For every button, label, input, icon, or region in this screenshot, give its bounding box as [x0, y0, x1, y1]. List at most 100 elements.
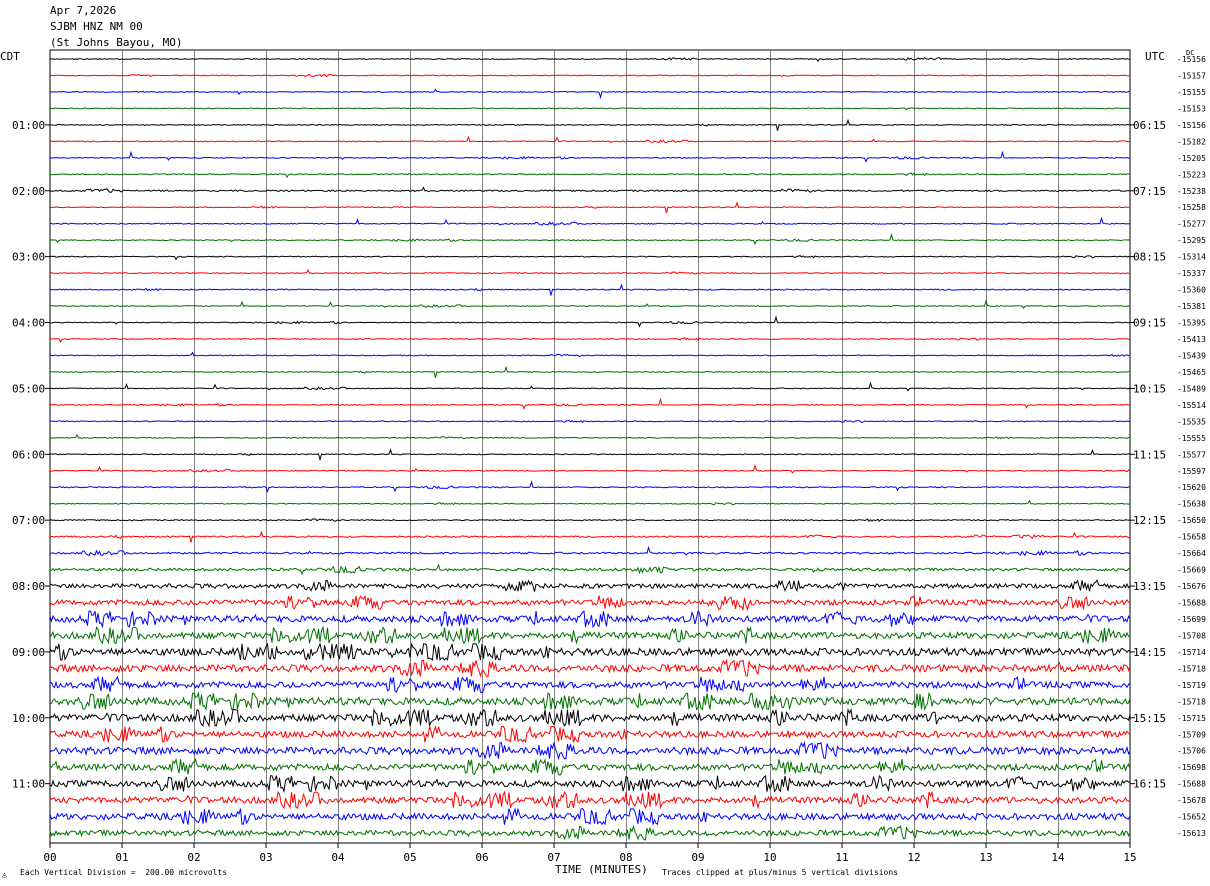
- seismic-trace: [49, 269, 1131, 275]
- right-hour-label: 16:15: [1133, 778, 1166, 791]
- left-hour-label: 09:00: [12, 646, 45, 659]
- dc-offset-label: -15638: [1177, 500, 1206, 509]
- seismic-trace: [49, 283, 1131, 296]
- dc-offset-label: -15688: [1177, 780, 1206, 789]
- x-tick-label: 09: [691, 851, 704, 864]
- dc-offset-label: -15709: [1177, 730, 1206, 739]
- dc-offset-label: -15658: [1177, 533, 1206, 542]
- left-hour-label: 03:00: [12, 251, 45, 264]
- dc-offset-label: -15555: [1177, 434, 1206, 443]
- dc-offset-label: -15238: [1177, 187, 1206, 196]
- right-hour-label: 14:15: [1133, 646, 1166, 659]
- seismic-trace: [49, 518, 1131, 522]
- seismic-trace: [49, 610, 1131, 629]
- x-tick-label: 01: [115, 851, 128, 864]
- seismic-trace: [49, 579, 1131, 593]
- seismic-trace: [49, 150, 1131, 163]
- x-tick-label: 10: [763, 851, 776, 864]
- seismic-trace: [49, 381, 1131, 392]
- seismic-trace: [49, 201, 1131, 214]
- seismic-trace: [49, 315, 1131, 328]
- x-tick-label: 13: [979, 851, 992, 864]
- seismic-trace: [49, 691, 1131, 712]
- seismic-trace: [49, 594, 1131, 612]
- seismic-trace: [49, 351, 1131, 358]
- dc-offset-label: -15314: [1177, 253, 1206, 262]
- trace-marker-icon: ◬: [2, 870, 7, 879]
- left-hour-label: 02:00: [12, 185, 45, 198]
- helicorder-plot: 00 01 02 03 04 05 06 07 08 09 10 11 12 13 14 15-15156-1…: [12, 49, 1206, 864]
- dc-offset-label: -15156: [1177, 55, 1206, 64]
- dc-offset-label: -15395: [1177, 319, 1206, 328]
- x-tick-label: 00: [43, 851, 56, 864]
- seismic-trace: [49, 642, 1131, 662]
- x-tick-label: 12: [907, 851, 920, 864]
- dc-offset-label: -15360: [1177, 286, 1206, 295]
- dc-offset-label: -15413: [1177, 335, 1206, 344]
- dc-offset-label: -15652: [1177, 813, 1206, 822]
- seismic-trace: [49, 463, 1131, 474]
- dc-offset-label: -15706: [1177, 747, 1206, 756]
- x-tick-label: 02: [187, 851, 200, 864]
- dc-offset-label: -15258: [1177, 203, 1206, 212]
- left-hour-label: 01:00: [12, 119, 45, 132]
- dc-offset-label: -15664: [1177, 549, 1206, 558]
- plot-frame: [49, 49, 1131, 844]
- right-hour-label: 12:15: [1133, 514, 1166, 527]
- left-hour-label: 04:00: [12, 317, 45, 330]
- seismic-trace: [49, 57, 1130, 63]
- left-hour-label: 07:00: [12, 514, 45, 527]
- seismic-trace: [49, 448, 1131, 461]
- left-hour-label: 05:00: [12, 382, 45, 395]
- dc-offset-label: -15688: [1177, 599, 1206, 608]
- seismic-trace: [49, 499, 1131, 506]
- dc-offset-label: -15153: [1177, 104, 1206, 113]
- dc-offset-label: -15535: [1177, 417, 1206, 426]
- seismic-trace: [49, 530, 1131, 543]
- dc-offset-label: -15182: [1177, 137, 1206, 146]
- dc-offset-label: -15489: [1177, 384, 1206, 393]
- dc-offset-label: -15676: [1177, 582, 1206, 591]
- seismic-trace: [49, 433, 1130, 440]
- dc-offset-label: -15719: [1177, 681, 1206, 690]
- seismic-trace: [49, 790, 1131, 810]
- seismic-trace: [49, 740, 1131, 761]
- seismic-trace: [49, 563, 1131, 576]
- dc-offset-label: -15669: [1177, 566, 1206, 575]
- dc-offset-label: -15650: [1177, 516, 1206, 525]
- seismic-trace: [49, 88, 1131, 100]
- dc-offset-label: -15699: [1177, 615, 1206, 624]
- right-hour-label: 08:15: [1133, 251, 1166, 264]
- x-tick-label: 05: [403, 851, 416, 864]
- seismic-trace: [49, 216, 1131, 226]
- seismic-trace: [49, 254, 1131, 261]
- dc-offset-label: -15514: [1177, 401, 1206, 410]
- right-hour-label: 15:15: [1133, 712, 1166, 725]
- left-hour-label: 10:00: [12, 712, 45, 725]
- dc-offset-label: -15698: [1177, 763, 1206, 772]
- seismic-trace: [49, 299, 1131, 310]
- dc-offset-label: -15718: [1177, 664, 1206, 673]
- seismic-trace: [49, 545, 1131, 557]
- x-tick-label: 15: [1123, 851, 1136, 864]
- x-tick-label: 06: [475, 851, 488, 864]
- seismic-trace: [49, 725, 1131, 744]
- left-hour-label: 11:00: [12, 778, 45, 791]
- seismic-trace: [49, 707, 1131, 728]
- seismic-trace: [49, 774, 1131, 794]
- seismic-trace: [49, 625, 1131, 645]
- seismic-trace: [50, 365, 1131, 378]
- seismic-trace: [49, 232, 1131, 246]
- dc-offset-label: -15295: [1177, 236, 1206, 245]
- dc-offset-label: -15277: [1177, 220, 1206, 229]
- seismic-trace: [50, 419, 1131, 424]
- dc-offset-label: -15597: [1177, 467, 1206, 476]
- seismic-trace: [49, 757, 1131, 776]
- x-tick-label: 03: [259, 851, 272, 864]
- seismic-trace: [49, 807, 1131, 826]
- dc-offset-label: -15157: [1177, 71, 1206, 80]
- dc-offset-label: -15577: [1177, 450, 1206, 459]
- dc-offset-label: -15613: [1177, 829, 1206, 838]
- seismic-trace: [50, 480, 1131, 493]
- left-hour-label: 08:00: [12, 580, 45, 593]
